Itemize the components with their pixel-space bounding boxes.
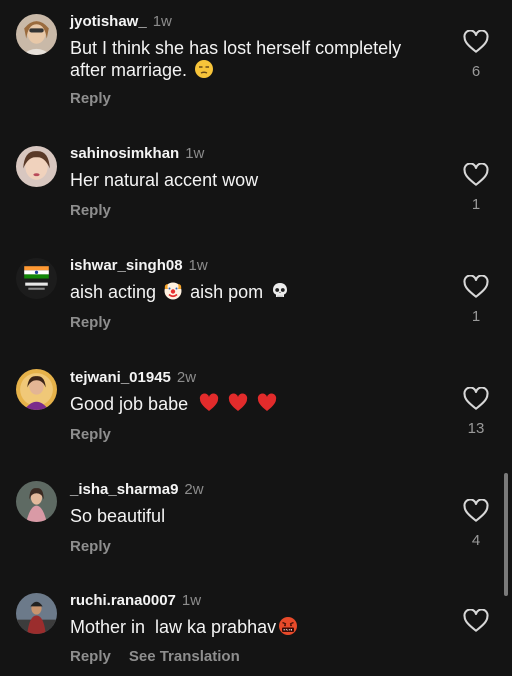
username[interactable]: _isha_sharma9: [70, 481, 178, 498]
username[interactable]: sahinosimkhan: [70, 145, 179, 162]
like-button[interactable]: [463, 30, 489, 54]
heart-outline-icon: [463, 30, 489, 53]
username[interactable]: ruchi.rana0007: [70, 592, 176, 609]
comment-text: aish acting aish pom: [70, 281, 430, 303]
like-button[interactable]: [463, 499, 489, 523]
reply-button[interactable]: Reply: [70, 90, 111, 107]
avatar[interactable]: [16, 481, 57, 522]
like-count: 1: [471, 308, 481, 325]
heart-outline-icon: [463, 163, 489, 186]
heart-outline-icon: [463, 609, 489, 632]
unamused-face-emoji: [194, 59, 214, 79]
avatar[interactable]: [16, 593, 57, 634]
like-count: 6: [471, 63, 481, 80]
username[interactable]: tejwani_01945: [70, 369, 171, 386]
red-heart-emoji: [257, 393, 277, 413]
avatar[interactable]: [16, 258, 57, 299]
reply-button[interactable]: Reply: [70, 314, 111, 331]
red-heart-emoji: [228, 393, 248, 413]
comment-age: 2w: [184, 481, 204, 498]
username[interactable]: jyotishaw_: [70, 13, 147, 30]
heart-outline-icon: [463, 499, 489, 522]
skull-emoji: [270, 281, 290, 301]
comment-text: Her natural accent wow: [70, 170, 259, 190]
comment-age: 1w: [152, 13, 172, 30]
like-button[interactable]: [463, 163, 489, 187]
like-button[interactable]: [463, 387, 489, 411]
reply-button[interactable]: Reply: [70, 648, 111, 665]
comment-text: But I think she has lost herself complet…: [70, 38, 402, 80]
see-translation-button[interactable]: See Translation: [129, 648, 240, 665]
comment-text: So beautiful: [70, 506, 166, 526]
like-button[interactable]: [463, 609, 489, 633]
scrollbar-thumb[interactable]: [504, 473, 508, 596]
like-count: 13: [467, 420, 485, 437]
heart-outline-icon: [463, 387, 489, 410]
username[interactable]: ishwar_singh08: [70, 257, 183, 274]
clown-face-emoji: [163, 281, 183, 301]
like-count: 4: [471, 532, 481, 549]
like-count: 1: [471, 196, 481, 213]
comment-age: 2w: [176, 369, 197, 386]
comment-age: 1w: [181, 592, 202, 609]
reply-button[interactable]: Reply: [70, 202, 111, 219]
like-button[interactable]: [463, 275, 489, 299]
reply-button[interactable]: Reply: [70, 538, 111, 555]
avatar[interactable]: [16, 146, 57, 187]
comment-text: Mother in law ka prabhav: [70, 616, 430, 638]
avatar[interactable]: [16, 369, 57, 410]
comment-age: 1w: [185, 145, 205, 162]
comment-age: 1w: [188, 257, 208, 274]
face-with-symbols-on-mouth-emoji: [278, 616, 298, 636]
red-heart-emoji: [199, 393, 219, 413]
reply-button[interactable]: Reply: [70, 426, 111, 443]
comment-text: Good job babe: [70, 393, 430, 415]
avatar[interactable]: [16, 14, 57, 55]
heart-outline-icon: [463, 275, 489, 298]
